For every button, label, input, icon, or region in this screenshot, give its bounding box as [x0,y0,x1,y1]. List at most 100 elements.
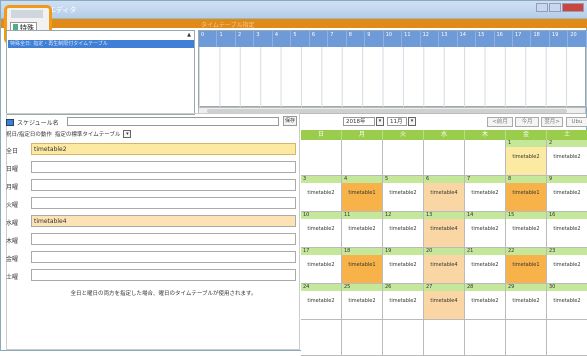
day-timetable-label: timetable2 [348,298,376,304]
holiday-action-label: 祝日/指定日の動作 [6,131,52,138]
calendar-day-cell[interactable]: 9 timetable2 [547,176,587,212]
schedule-name-input[interactable] [67,117,279,126]
day-number [465,320,505,327]
day-number [301,320,341,327]
calendar-day-cell[interactable]: 15 timetable2 [506,212,547,248]
calendar-day-cell[interactable]: 7 timetable2 [465,176,506,212]
list-item-selected[interactable]: 特殊全日: 指定・再生制限付タイムテーブル [8,40,194,48]
schedule-list[interactable]: ▲ 特殊全日: 指定・再生制限付タイムテーブル [6,30,195,115]
this-month-button[interactable]: 今月 [515,117,539,127]
calendar-day-cell[interactable]: 3 timetable2 [301,176,342,212]
calendar-weekday-header: 日月火水木金土 [301,130,587,140]
day-timetable-label: timetable2 [512,154,540,160]
calendar-day-cell[interactable]: 21 timetable2 [465,248,506,284]
tab-strip: タイムテーブル指定 [1,19,587,29]
horizontal-scrollbar[interactable] [198,107,586,114]
day-number: 29 [506,284,546,291]
day-number: 17 [301,248,341,255]
scroll-up-icon[interactable]: ▲ [187,32,191,38]
calendar-day-cell[interactable]: 10 timetable2 [301,212,342,248]
calendar-day-cell[interactable]: 6 timetable4 [424,176,465,212]
calendar-navigation: 2018年 ▾ 11月 ▾ <前月 今月 翌月> Ubu [301,117,587,127]
calendar-day-cell[interactable]: 13 timetable4 [424,212,465,248]
calendar-day-cell[interactable] [424,140,465,176]
calendar-day-cell[interactable]: 29 timetable2 [506,284,547,320]
close-button[interactable] [562,3,584,12]
day-timetable-field[interactable] [31,233,296,245]
day-timetable-field[interactable]: timetable2 [31,143,296,155]
calendar-day-cell[interactable] [465,140,506,176]
calendar-day-cell[interactable]: 23 timetable2 [547,248,587,284]
holiday-action-dropdown[interactable]: ▾ [123,129,132,138]
calendar-day-cell[interactable] [383,140,424,176]
timeline-grid[interactable] [199,47,587,107]
calendar-day-cell[interactable]: 14 timetable2 [465,212,506,248]
calendar-day-cell[interactable]: 24 timetable2 [301,284,342,320]
day-number [506,320,546,327]
day-timetable-field[interactable] [31,161,296,173]
month-select[interactable]: 11月 [387,117,407,126]
calendar-day-cell[interactable]: 11 timetable2 [342,212,383,248]
calendar-day-cell[interactable]: 4 timetable1 [342,176,383,212]
day-number: 9 [547,176,587,183]
calendar-day-cell[interactable]: 5 timetable2 [383,176,424,212]
day-timetable-label: timetable2 [389,190,417,196]
timeline-hour-label: 4 [273,31,292,47]
day-timetable-label: timetable2 [553,226,581,232]
day-timetable-field[interactable] [31,269,296,281]
day-timetable-label: timetable2 [553,154,581,160]
year-dropdown-icon[interactable]: ▾ [376,117,384,126]
calendar-week-row: 3 timetable2 4 timetable1 5 timetable2 6 timeta… [301,176,587,212]
day-timetable-field[interactable]: timetable4 [31,215,296,227]
day-label: 日曜 [6,166,19,173]
calendar-day-cell[interactable]: 1 timetable2 [506,140,547,176]
timeline-hour-label: 6 [310,31,329,47]
calendar-day-cell[interactable]: 2 timetable2 [547,140,587,176]
prev-month-button[interactable]: <前月 [487,117,513,127]
calendar-day-cell[interactable]: 12 timetable2 [383,212,424,248]
day-timetable-label: timetable4 [430,190,458,196]
day-timetable-label: timetable2 [512,298,540,304]
schedule-name-label: スケジュール名 [17,119,59,127]
month-dropdown-icon[interactable]: ▾ [408,117,416,126]
calendar-day-cell[interactable]: 28 timetable2 [465,284,506,320]
calendar-day-cell[interactable]: 8 timetable1 [506,176,547,212]
timeline-hour-label: 3 [254,31,273,47]
calendar-day-cell[interactable]: 20 timetable4 [424,248,465,284]
day-number: 10 [301,212,341,219]
tab-top-bar [11,10,43,18]
calendar-day-cell[interactable] [342,140,383,176]
calendar-day-cell[interactable]: 26 timetable2 [383,284,424,320]
save-button[interactable]: 保存 [283,116,297,126]
maximize-button[interactable] [549,3,561,12]
calendar-week-row: 17 timetable2 18 timetable1 19 timetable2 20 ti… [301,248,587,284]
next-month-button[interactable]: 翌月> [541,117,563,127]
calendar-day-cell[interactable]: 22 timetable1 [506,248,547,284]
calendar-day-cell[interactable]: 25 timetable2 [342,284,383,320]
scrollbar-thumb[interactable] [207,109,567,113]
day-label: 月曜 [6,184,19,191]
calendar-day-cell[interactable]: 16 timetable2 [547,212,587,248]
calendar-day-cell[interactable]: 18 timetable1 [342,248,383,284]
timeline-hour-label: 7 [328,31,347,47]
calendar-day-cell[interactable]: 27 timetable4 [424,284,465,320]
day-number: 18 [342,248,382,255]
calendar-day-cell[interactable] [301,140,342,176]
day-timetable-field[interactable] [31,197,296,209]
year-select[interactable]: 2018年 [343,117,375,126]
calendar-body: 1 timetable2 2 timetable2 3 timetable2 4 timeta… [301,140,587,356]
day-timetable-field[interactable] [31,179,296,191]
day-timetable-label: timetable2 [471,262,499,268]
day-timetable-label: timetable2 [471,226,499,232]
day-timetable-field[interactable] [31,251,296,263]
day-timetable-label: timetable2 [553,262,581,268]
extra-button[interactable]: Ubu [566,117,587,127]
calendar-day-cell[interactable]: 30 timetable2 [547,284,587,320]
day-timetable-label: timetable2 [348,226,376,232]
timeline-hour-label: 20 [568,31,587,47]
calendar-day-cell[interactable]: 19 timetable2 [383,248,424,284]
timeline-panel[interactable]: 0 1 2 3 4 5 6 7 8 9 10 11 12 13 14 15 16 17 18 19 20 [198,30,587,107]
timeline-hour-label: 2 [236,31,255,47]
calendar-day-cell[interactable]: 17 timetable2 [301,248,342,284]
minimize-button[interactable] [536,3,548,12]
